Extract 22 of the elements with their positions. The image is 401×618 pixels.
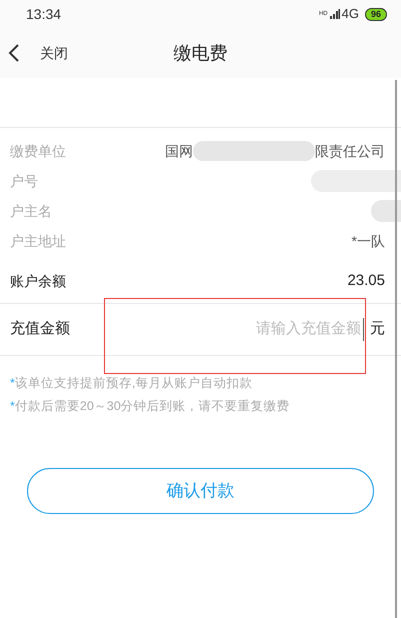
row-label: 户主名 (10, 202, 52, 220)
recharge-label: 充值金额 (10, 319, 70, 340)
blur-mask (371, 200, 401, 222)
unit-label: 元 (370, 319, 385, 340)
signal-icon (330, 9, 340, 19)
back-icon (8, 44, 20, 62)
battery-icon: 96 (364, 8, 387, 20)
page-title: 缴电费 (174, 42, 228, 64)
row-value: 限责任公司 (315, 142, 385, 160)
note-text: *付款后需要20～30分钟后到账，请不要重复缴费 (10, 398, 291, 415)
row-label: 户主地址 (10, 232, 66, 250)
amount-field[interactable]: 请输入充值金额 (164, 318, 364, 341)
balance-label: 账户余额 (10, 272, 66, 291)
note-text: *该单位支持提前预存,每月从账户自动扣款 (10, 375, 254, 392)
network-label: 4G (342, 5, 359, 24)
row-value: *一队 (352, 232, 385, 250)
row-label: 缴费单位 (10, 142, 66, 160)
row-label: 户号 (10, 172, 38, 190)
clock: 13:34 (26, 4, 62, 24)
row-value: 国网 (165, 142, 193, 160)
back-button[interactable]: 关闭 (0, 42, 68, 64)
balance-value: 23.05 (347, 271, 385, 292)
